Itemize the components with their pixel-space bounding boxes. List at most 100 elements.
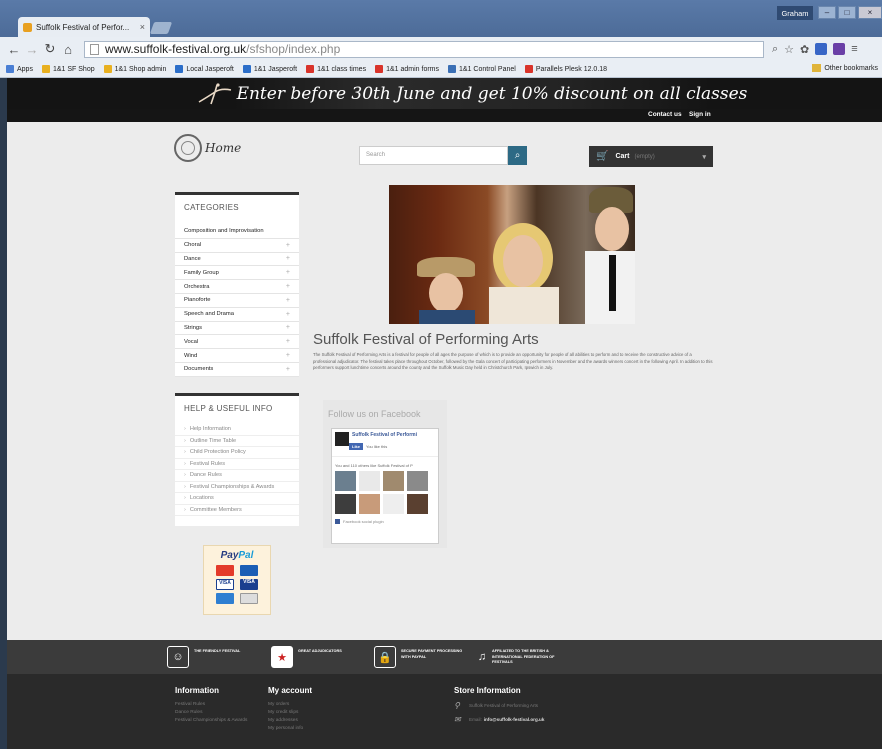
close-tab-icon[interactable]: × [140,22,145,32]
help-link[interactable]: › Dance Rules [175,470,299,482]
expand-icon: + [285,365,290,373]
help-link[interactable]: › Festival Rules [175,459,299,470]
dancer-icon [198,83,232,105]
smile-icon: ☺ [167,646,189,668]
category-item[interactable]: Vocal + [175,335,299,350]
paypal-badge[interactable]: PayPal VISA VISA [203,545,271,615]
star-icon[interactable]: ☆ [784,43,794,56]
fan-avatar[interactable] [359,471,380,491]
zoom-icon[interactable]: ⌕ [772,43,778,56]
help-link[interactable]: › Outline Time Table [175,436,299,447]
category-item[interactable]: Speech and Drama + [175,308,299,322]
facebook-title: Follow us on Facebook [328,409,421,419]
mastercard-icon [216,565,234,576]
store-email[interactable]: ✉ Email: info@suffolk-festival.org.uk [454,715,544,724]
bookmark-item[interactable]: 1&1 Control Panel [448,65,516,73]
help-link[interactable]: › Committee Members [175,505,299,516]
extension-icon[interactable] [815,43,828,55]
paypal-logo: PayPal [220,550,254,561]
bookmark-item[interactable]: 1&1 class times [306,65,366,73]
fan-avatar[interactable] [335,494,356,514]
fan-faces [332,471,438,514]
menu-icon[interactable]: ≡ [851,43,857,55]
fan-avatar[interactable] [407,494,428,514]
back-icon[interactable]: ← [6,41,22,57]
footer-link[interactable]: My credit slips [268,709,358,717]
bookmark-item[interactable]: 1&1 admin forms [375,65,439,73]
help-link[interactable]: › Locations [175,493,299,505]
top-nav: Contact us Sign in [7,109,882,122]
category-item[interactable]: Wind + [175,349,299,363]
extension-gear-icon[interactable]: ✿ [800,43,809,56]
map-marker-icon: ⚲ [454,701,460,710]
close-window-button[interactable]: × [858,6,882,19]
category-item[interactable]: Documents + [175,363,299,377]
profile-badge[interactable]: Graham [777,6,813,20]
fan-avatar[interactable] [335,471,356,491]
envelope-icon: ✉ [454,715,461,724]
category-item[interactable]: Orchestra + [175,280,299,294]
bookmark-item[interactable]: Parallels Plesk 12.0.18 [524,65,607,73]
help-link[interactable]: › Help Information [175,424,299,436]
facebook-like-button[interactable]: Like [349,443,364,450]
footer-link[interactable]: Festival Championships & Awards [175,717,265,725]
site-logo[interactable]: Home [174,133,244,163]
web-page: Enter before 30th June and get 10% disco… [7,78,882,749]
favicon-icon [23,22,32,32]
facebook-widget[interactable]: Suffolk Festival of Performi Like You li… [331,428,439,544]
bookmark-item[interactable]: 1&1 SF Shop [41,65,95,73]
fan-avatar[interactable] [359,494,380,514]
bookmark-item[interactable]: Local Jasperoft [175,65,234,73]
extension-icon-2[interactable] [833,43,846,55]
footer-link[interactable]: My orders [268,701,358,709]
payment-cards: VISA VISA [216,565,258,604]
bookmark-item[interactable]: 1&1 Shop admin [103,65,166,73]
promo-banner[interactable]: Enter before 30th June and get 10% disco… [7,78,882,109]
reload-icon[interactable]: ↻ [42,41,58,57]
maximize-button[interactable]: □ [838,6,856,19]
expand-icon: + [285,338,290,346]
expand-icon: + [285,241,290,249]
cart-button[interactable]: 🛒 Cart (empty) ▾ [589,146,713,167]
address-bar[interactable]: www.suffolk-festival.org.uk/sfshop/index… [84,40,764,58]
bookmark-apps[interactable]: Apps [6,65,33,73]
fan-avatar[interactable] [383,471,404,491]
minimize-button[interactable]: – [818,6,836,19]
footer-link[interactable]: Festival Rules [175,701,265,709]
footer-link[interactable]: My addresses [268,717,358,725]
home-icon[interactable]: ⌂ [60,41,76,57]
browser-tab[interactable]: Suffolk Festival of Perfor... × [18,17,150,37]
chevron-down-icon: ▾ [702,153,706,161]
expand-icon: + [285,296,290,304]
bookmarks-bar: Apps 1&1 SF Shop 1&1 Shop admin Local Ja… [0,61,882,78]
fan-avatar[interactable] [407,471,428,491]
category-item[interactable]: Dance + [175,253,299,267]
facebook-icon [335,519,340,524]
bookmark-item[interactable]: 1&1 Jasperoft [242,65,297,73]
plesk-icon [306,65,315,73]
folder-icon [812,64,822,72]
other-bookmarks[interactable]: Other bookmarks [812,64,878,72]
contact-link[interactable]: Contact us [648,111,682,118]
like-count: You and 110 others like Suffolk Festival… [332,456,438,471]
category-item[interactable]: Composition and Improvisation [175,225,299,239]
fan-avatar[interactable] [383,494,404,514]
category-item[interactable]: Choral + [175,239,299,253]
category-item[interactable]: Strings + [175,322,299,336]
url-host: www.suffolk-festival.org.uk [105,42,247,56]
reassurance-item: ♫ AFFILIATED TO THE BRITISH & INTERNATIO… [477,646,560,668]
footer-link[interactable]: My personal info [268,725,358,733]
forward-icon[interactable]: → [24,41,40,57]
window-controls: – □ × [818,6,882,19]
sign-in-link[interactable]: Sign in [689,111,711,118]
search-button[interactable]: ⌕ [508,146,527,165]
new-tab-button[interactable] [149,22,173,34]
help-link[interactable]: › Child Protection Policy [175,447,299,459]
help-link[interactable]: › Festival Championships & Awards [175,482,299,493]
reassurance-item: ★ GREAT ADJUDICATORS [271,646,366,668]
search-input[interactable]: Search [359,146,508,165]
expand-icon: + [285,269,290,277]
category-item[interactable]: Family Group + [175,266,299,281]
footer-link[interactable]: Dance Rules [175,709,265,717]
category-item[interactable]: Pianoforte + [175,294,299,308]
